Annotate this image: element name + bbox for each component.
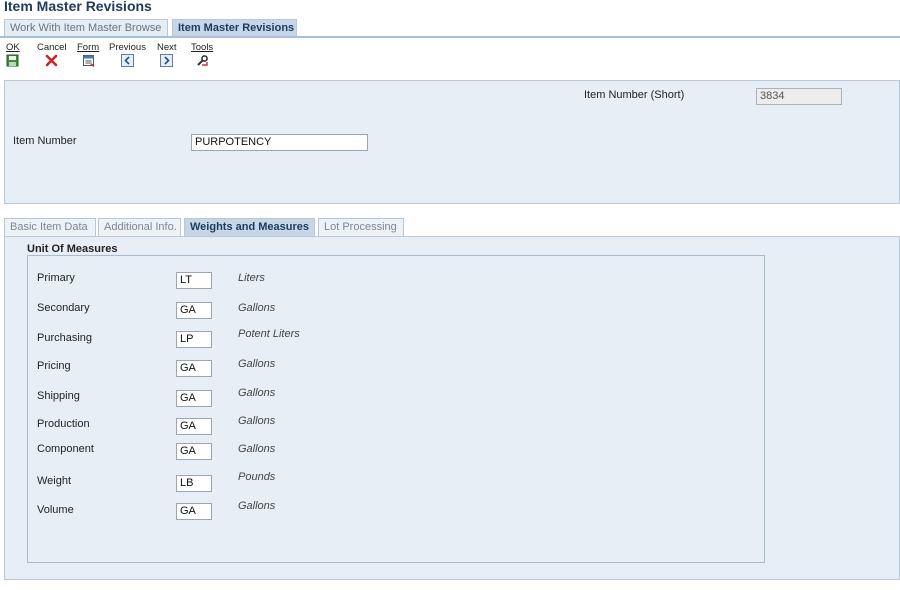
item-number-label: Item Number (13, 135, 77, 147)
item-number-input[interactable]: PURPOTENCY (191, 134, 368, 151)
uom-purchasing-description: Potent Liters (238, 328, 300, 340)
uom-weight-description: Pounds (238, 471, 276, 483)
uom-volume-label: Volume (37, 504, 74, 516)
tools-icon (196, 54, 209, 67)
uom-pricing-input[interactable]: GA (176, 360, 212, 377)
tab-work-with-item-master-browse[interactable]: Work With Item Master Browse (4, 19, 168, 36)
cancel-button[interactable]: Cancel (37, 42, 67, 67)
uom-component-description: Gallons (238, 443, 276, 455)
page-title: Item Master Revisions (4, 0, 152, 14)
uom-shipping-input[interactable]: GA (176, 390, 212, 407)
previous-label: Previous (109, 42, 146, 53)
uom-shipping-label: Shipping (37, 390, 80, 402)
uom-pricing-description: Gallons (238, 358, 276, 370)
uom-component-label: Component (37, 443, 94, 455)
chevron-right-icon (160, 54, 174, 67)
previous-button[interactable]: Previous (109, 42, 146, 67)
save-icon (6, 54, 19, 67)
form-button[interactable]: Form (77, 42, 100, 68)
tab-weights-and-measures[interactable]: Weights and Measures (184, 218, 315, 236)
tab-lot-processing[interactable]: Lot Processing (318, 218, 404, 236)
uom-shipping-description: Gallons (238, 387, 276, 399)
uom-purchasing-input[interactable]: LP (176, 331, 212, 348)
uom-production-description: Gallons (238, 415, 276, 427)
tools-button[interactable]: Tools (191, 42, 213, 67)
uom-volume-description: Gallons (238, 500, 276, 512)
uom-pricing-label: Pricing (37, 360, 71, 372)
tab-underline (0, 36, 900, 38)
uom-secondary-description: Gallons (238, 302, 276, 314)
tools-label: Tools (191, 42, 214, 53)
ok-label: OK (6, 42, 20, 53)
unit-of-measures-title: Unit Of Measures (27, 243, 118, 255)
uom-primary-description: Liters (238, 272, 265, 284)
tab-additional-info[interactable]: Additional Info. (98, 218, 181, 236)
uom-secondary-input[interactable]: GA (176, 302, 212, 319)
uom-volume-input[interactable]: GA (176, 503, 212, 520)
chevron-left-icon (120, 54, 134, 67)
uom-weight-input[interactable]: LB (176, 475, 212, 492)
uom-purchasing-label: Purchasing (37, 332, 93, 344)
close-icon (45, 54, 58, 67)
tab-basic-item-data[interactable]: Basic Item Data (4, 218, 96, 236)
next-label: Next (157, 42, 177, 53)
item-number-short-label: Item Number (Short) (584, 89, 685, 101)
form-label: Form (77, 42, 100, 53)
unit-of-measures-group (27, 255, 765, 563)
uom-weight-label: Weight (37, 475, 72, 487)
ok-button[interactable]: OK (6, 42, 20, 67)
uom-production-label: Production (37, 418, 90, 430)
uom-production-input[interactable]: GA (176, 418, 212, 435)
cancel-label: Cancel (37, 42, 67, 53)
uom-component-input[interactable]: GA (176, 443, 212, 460)
tab-item-master-revisions[interactable]: Item Master Revisions (172, 19, 297, 36)
next-button[interactable]: Next (157, 42, 177, 67)
header-panel: Item Number (Short) 3834 Item Number PUR… (4, 80, 900, 204)
form-icon (82, 54, 95, 68)
item-number-short-field: 3834 (756, 88, 842, 105)
uom-primary-label: Primary (37, 272, 75, 284)
uom-primary-input[interactable]: LT (176, 272, 212, 289)
uom-secondary-label: Secondary (37, 302, 90, 314)
